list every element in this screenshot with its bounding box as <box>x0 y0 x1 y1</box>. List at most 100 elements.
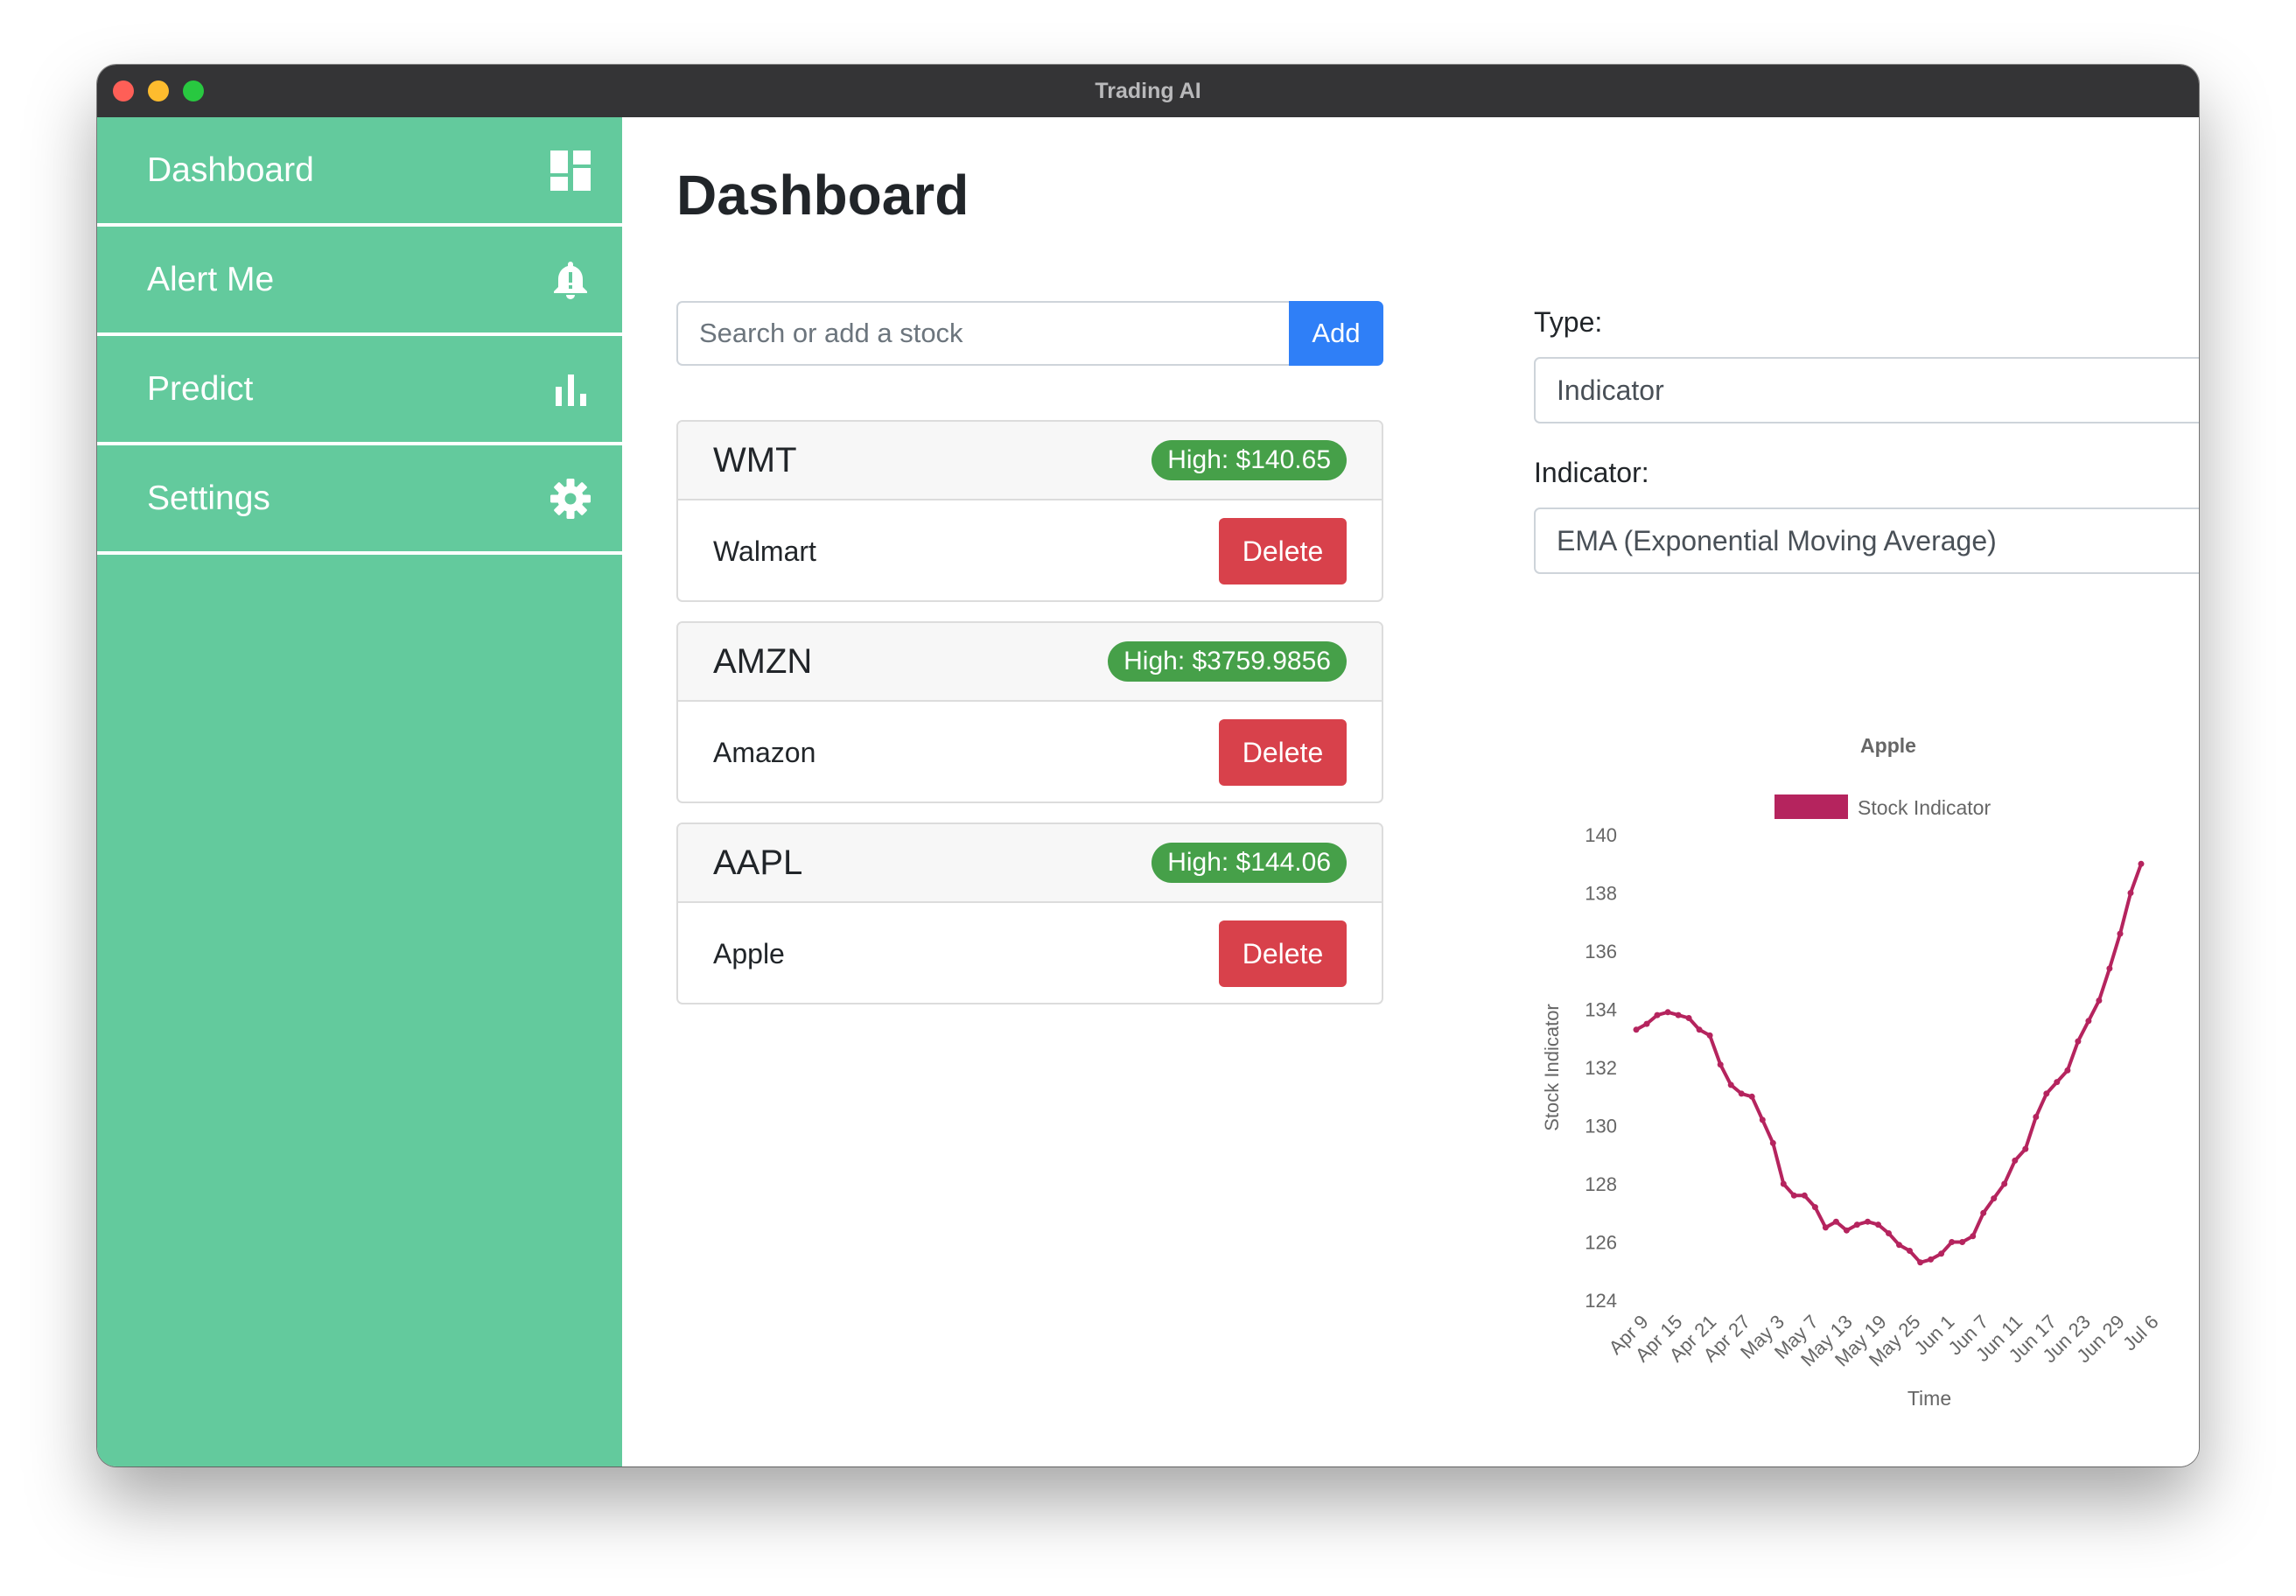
data-point <box>1643 1020 1650 1027</box>
bar-chart-icon <box>556 374 586 406</box>
data-point <box>1790 1192 1797 1199</box>
data-point <box>2022 1145 2029 1152</box>
sidebar-item-dashboard[interactable]: Dashboard <box>97 117 622 227</box>
gear-icon <box>550 479 591 519</box>
company-name: Amazon <box>713 737 816 768</box>
maximize-window-button[interactable] <box>183 80 204 102</box>
data-point <box>1675 1012 1682 1018</box>
indicator-select-value: EMA (Exponential Moving Average) <box>1557 525 1997 556</box>
search-bar: Add <box>676 301 1383 366</box>
company-name: Walmart <box>713 536 816 567</box>
data-point <box>1633 1026 1640 1033</box>
sidebar-item-predict[interactable]: Predict <box>97 336 622 445</box>
data-point <box>1706 1032 1713 1039</box>
stock-ticker: AMZN <box>713 642 813 681</box>
data-point <box>1780 1180 1787 1187</box>
type-select-value: Indicator <box>1557 374 1664 406</box>
sidebar: Dashboard Alert Me Predict Settings <box>97 117 622 1466</box>
title-bar: Trading AI <box>97 65 2199 117</box>
y-tick-label: 134 <box>1585 999 1617 1021</box>
stock-card-aapl: AAPL High: $144.06 Apple Delete <box>676 822 1383 1004</box>
data-point <box>1896 1242 1902 1249</box>
sidebar-item-alert-me[interactable]: Alert Me <box>97 227 622 336</box>
close-window-button[interactable] <box>113 80 134 102</box>
high-price-badge: High: $140.65 <box>1152 440 1347 480</box>
data-point <box>1853 1222 1860 1228</box>
sidebar-item-label: Settings <box>147 480 270 517</box>
delete-stock-button[interactable]: Delete <box>1219 518 1347 584</box>
y-tick-label: 140 <box>1585 824 1617 846</box>
data-point <box>1832 1218 1839 1225</box>
bell-icon <box>554 262 587 299</box>
data-point <box>1727 1082 1734 1088</box>
data-point <box>1970 1233 1977 1240</box>
data-point <box>2106 965 2113 972</box>
legend-label: Stock Indicator <box>1858 796 1991 819</box>
data-point <box>2001 1180 2008 1187</box>
indicator-select[interactable]: EMA (Exponential Moving Average) <box>1534 508 2199 574</box>
y-axis-title: Stock Indicator <box>1541 1004 1563 1131</box>
stock-card-amzn: AMZN High: $3759.9856 Amazon Delete <box>676 621 1383 803</box>
data-point <box>1991 1195 1998 1202</box>
type-label: Type: <box>1534 306 1603 338</box>
y-tick-label: 132 <box>1585 1057 1617 1079</box>
data-point <box>1748 1093 1755 1100</box>
data-point <box>2033 1114 2040 1120</box>
page-title: Dashboard <box>676 164 970 227</box>
sidebar-item-label: Predict <box>147 370 254 408</box>
data-point <box>1907 1248 1913 1254</box>
y-tick-label: 124 <box>1585 1290 1617 1312</box>
sidebar-item-settings[interactable]: Settings <box>97 445 622 555</box>
legend-swatch <box>1774 794 1848 819</box>
x-axis-title: Time <box>1908 1387 1951 1410</box>
data-point <box>1759 1116 1766 1124</box>
type-select[interactable]: Indicator <box>1534 357 2199 424</box>
data-point <box>1769 1139 1776 1146</box>
delete-stock-button[interactable]: Delete <box>1219 719 1347 786</box>
chart-title: Apple <box>1860 734 1916 757</box>
indicator-label: Indicator: <box>1534 457 1649 488</box>
minimize-window-button[interactable] <box>148 80 169 102</box>
data-point <box>2054 1079 2061 1086</box>
data-point <box>1664 1009 1671 1016</box>
data-point <box>1654 1012 1661 1018</box>
search-input[interactable] <box>676 301 1289 366</box>
add-stock-button[interactable]: Add <box>1289 301 1383 366</box>
data-point <box>1959 1239 1966 1245</box>
main-content: Dashboard Add WMT High: $140.65 Walmart … <box>622 117 2199 1466</box>
sidebar-item-label: Dashboard <box>147 151 314 189</box>
data-point <box>1980 1209 1987 1216</box>
data-point <box>2075 1038 2082 1045</box>
stock-card-header: WMT High: $140.65 <box>678 422 1382 500</box>
delete-stock-button[interactable]: Delete <box>1219 920 1347 987</box>
data-point <box>2043 1090 2050 1097</box>
data-point <box>1917 1259 1924 1266</box>
dashboard-icon <box>550 150 591 191</box>
x-tick-label: Jul 6 <box>2118 1311 2163 1355</box>
data-point <box>1811 1204 1818 1211</box>
high-price-badge: High: $144.06 <box>1152 843 1347 883</box>
stock-card-header: AMZN High: $3759.9856 <box>678 623 1382 702</box>
data-point <box>1938 1250 1945 1257</box>
data-point <box>2096 998 2103 1004</box>
y-tick-label: 136 <box>1585 941 1617 962</box>
data-point <box>2138 860 2145 867</box>
data-point <box>2012 1157 2019 1164</box>
stock-card-header: AAPL High: $144.06 <box>678 824 1382 903</box>
data-point <box>1875 1222 1881 1228</box>
data-point <box>1822 1224 1829 1231</box>
sidebar-item-label: Alert Me <box>147 261 275 298</box>
stock-card-wmt: WMT High: $140.65 Walmart Delete <box>676 420 1383 602</box>
data-point <box>1801 1192 1808 1199</box>
data-point <box>2064 1067 2071 1074</box>
data-point <box>2117 930 2124 937</box>
high-price-badge: High: $3759.9856 <box>1108 641 1347 682</box>
data-point <box>1738 1090 1745 1097</box>
data-point <box>1843 1227 1850 1234</box>
app-window: Trading AI Dashboard Alert Me Predict Se… <box>97 65 2199 1466</box>
data-point <box>1949 1239 1956 1245</box>
stock-ticker: WMT <box>713 441 797 480</box>
stock-ticker: AAPL <box>713 844 803 882</box>
series-line-stock-indicator <box>1635 863 2143 1264</box>
data-point <box>1717 1061 1724 1068</box>
